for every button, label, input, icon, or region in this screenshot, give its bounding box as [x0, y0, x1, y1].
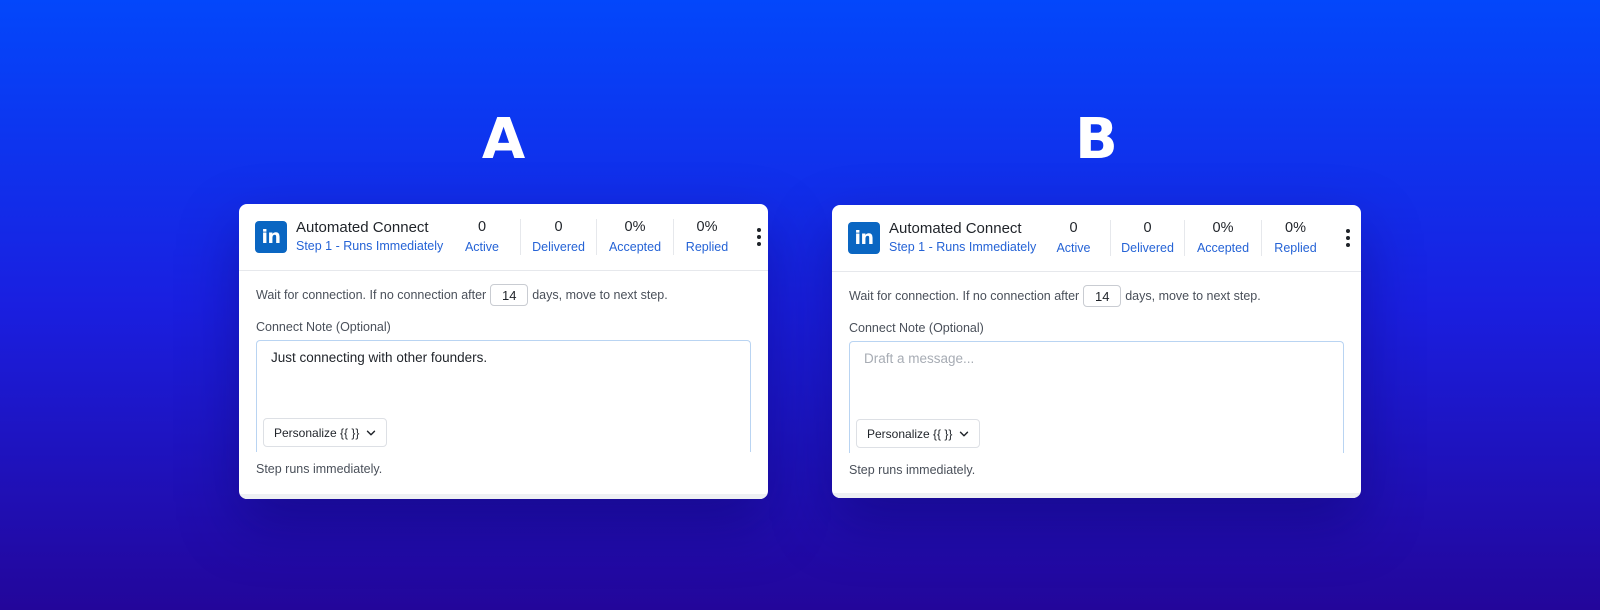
stat-delivered[interactable]: 0 Delivered: [1110, 220, 1184, 256]
chevron-down-icon: [960, 431, 969, 436]
stat-value: 0%: [696, 219, 718, 235]
stat-active[interactable]: 0 Active: [444, 219, 520, 255]
stat-label: Delivered: [1121, 241, 1174, 255]
step-note: Step runs immediately.: [849, 463, 976, 477]
wait-prefix-text: Wait for connection. If no connection af…: [849, 289, 1080, 303]
card-footer: [832, 493, 1361, 498]
stat-label: Accepted: [608, 240, 662, 254]
chevron-down-icon: [367, 430, 376, 435]
stat-label: Active: [1056, 241, 1091, 255]
variant-label-a: A: [481, 107, 527, 172]
card-subtitle[interactable]: Step 1 - Runs Immediately: [889, 239, 1037, 256]
step-note: Step runs immediately.: [256, 462, 383, 476]
title-block: Automated Connect Step 1 - Runs Immediat…: [889, 220, 1037, 256]
stat-replied[interactable]: 0% Replied: [1261, 220, 1329, 256]
stats-row: 0 Active 0 Delivered 0% Accepted 0% Repl…: [444, 219, 740, 255]
card-header: in Automated Connect Step 1 - Runs Immed…: [239, 204, 768, 271]
card-title: Automated Connect: [296, 219, 429, 236]
more-options-icon[interactable]: [1343, 229, 1353, 247]
card-subtitle[interactable]: Step 1 - Runs Immediately: [296, 238, 444, 255]
card-body: Wait for connection. If no connection af…: [832, 284, 1361, 478]
connect-note-placeholder: Draft a message...: [864, 351, 975, 366]
stat-value: 0: [1069, 220, 1078, 236]
wait-days-input[interactable]: [1083, 285, 1122, 307]
step-card-a: in Automated Connect Step 1 - Runs Immed…: [239, 204, 768, 499]
connect-note-textarea[interactable]: Just connecting with other founders. Per…: [256, 340, 751, 452]
personalize-dropdown[interactable]: Personalize {{ }}: [263, 418, 388, 447]
stat-label: Active: [464, 240, 500, 254]
stat-replied[interactable]: 0% Replied: [673, 219, 740, 255]
connect-note-label: Connect Note (Optional): [256, 320, 391, 334]
linkedin-icon: in: [255, 221, 287, 253]
personalize-label: Personalize {{ }}: [274, 425, 360, 440]
wait-prefix-text: Wait for connection. If no connection af…: [256, 288, 487, 302]
wait-row: Wait for connection. If no connection af…: [256, 283, 751, 307]
title-block: Automated Connect Step 1 - Runs Immediat…: [296, 219, 444, 255]
stat-label: Accepted: [1196, 241, 1250, 255]
variant-label-b: B: [1075, 107, 1119, 172]
connect-note-label: Connect Note (Optional): [849, 321, 984, 335]
personalize-dropdown[interactable]: Personalize {{ }}: [856, 419, 981, 448]
stat-label: Replied: [1274, 241, 1317, 255]
card-title: Automated Connect: [889, 220, 1022, 237]
linkedin-icon: in: [848, 222, 880, 254]
stat-value: 0: [1143, 220, 1152, 236]
stat-label: Delivered: [532, 240, 585, 254]
wait-suffix-text: days, move to next step.: [532, 288, 668, 302]
wait-days-input[interactable]: [490, 284, 529, 306]
stat-label: Replied: [685, 240, 729, 254]
card-footer: [239, 494, 768, 499]
stat-accepted[interactable]: 0% Accepted: [596, 219, 673, 255]
card-header: in Automated Connect Step 1 - Runs Immed…: [832, 205, 1361, 272]
wait-row: Wait for connection. If no connection af…: [849, 284, 1344, 308]
stat-value: 0: [554, 219, 563, 235]
connect-note-textarea[interactable]: Draft a message... Personalize {{ }}: [849, 341, 1344, 453]
connect-note-value: Just connecting with other founders.: [271, 350, 488, 365]
personalize-label: Personalize {{ }}: [867, 426, 953, 441]
step-card-b: in Automated Connect Step 1 - Runs Immed…: [832, 205, 1361, 498]
card-body: Wait for connection. If no connection af…: [239, 283, 768, 477]
stat-value: 0: [477, 219, 487, 235]
more-options-icon[interactable]: [754, 228, 764, 246]
stat-active[interactable]: 0 Active: [1037, 220, 1110, 256]
stat-value: 0%: [1212, 220, 1234, 236]
stat-value: 0%: [1285, 220, 1306, 236]
stats-row: 0 Active 0 Delivered 0% Accepted 0% Repl…: [1037, 220, 1329, 256]
stat-delivered[interactable]: 0 Delivered: [520, 219, 596, 255]
stat-value: 0%: [624, 219, 646, 235]
stat-accepted[interactable]: 0% Accepted: [1184, 220, 1261, 256]
wait-suffix-text: days, move to next step.: [1125, 289, 1261, 303]
